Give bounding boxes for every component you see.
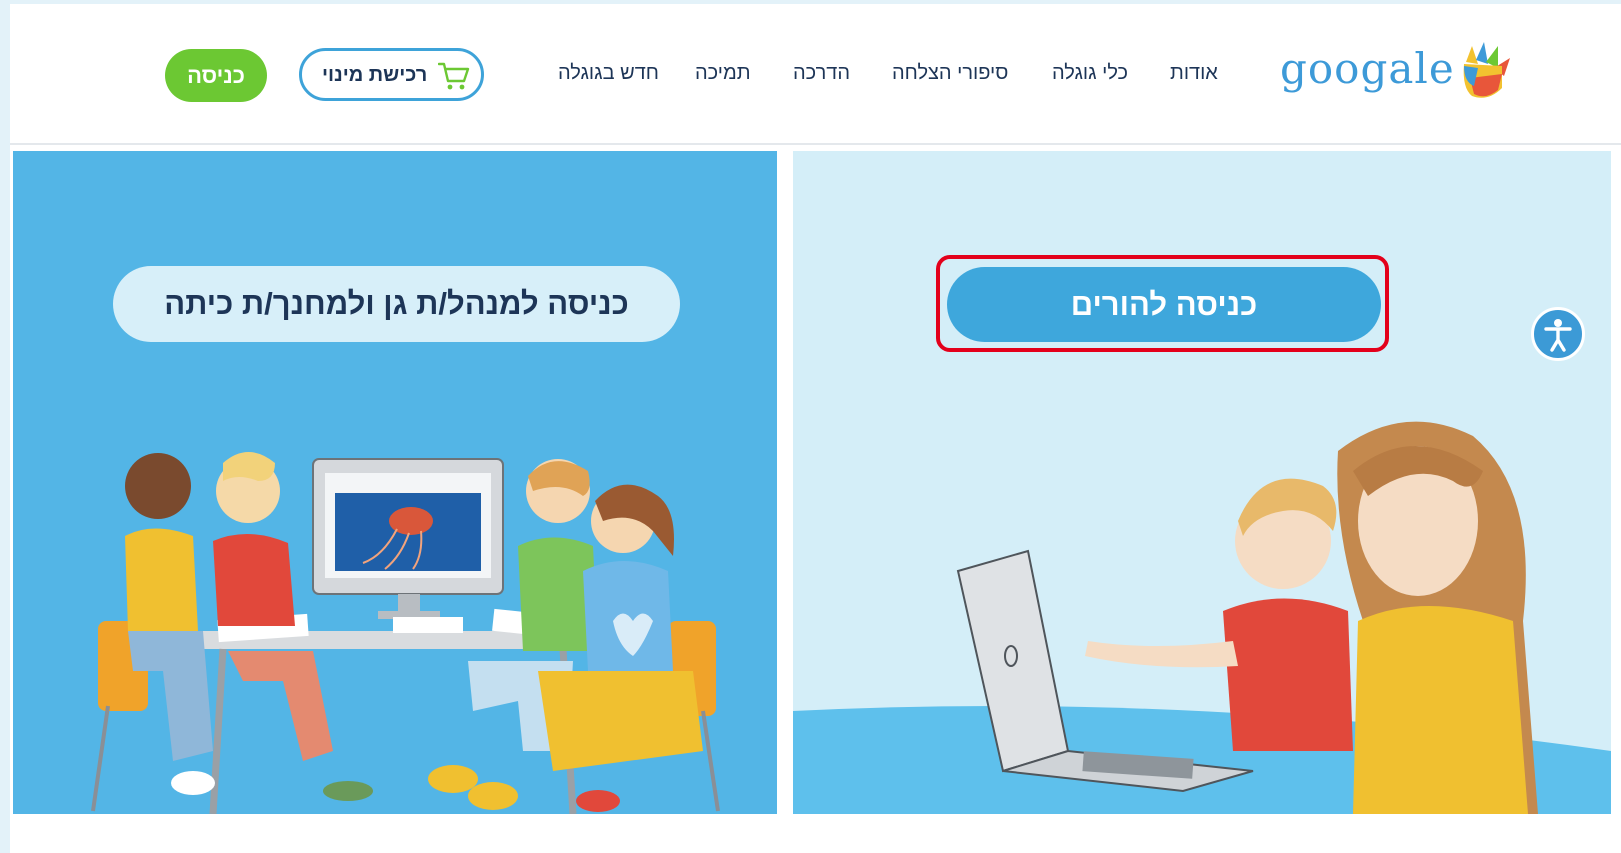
accessibility-button[interactable] <box>1531 307 1585 361</box>
nav-success-stories[interactable]: סיפורי הצלחה <box>892 62 1008 85</box>
parents-entry-panel[interactable]: כניסה להורים <box>793 151 1611 814</box>
nav-about[interactable]: אודות <box>1170 62 1218 85</box>
teacher-entry-panel[interactable]: כניסה למנהל/ת גן ולמחנך/ת כיתה <box>13 151 777 814</box>
parents-entry-label: כניסה להורים <box>1070 287 1258 322</box>
hand-logo-icon <box>1463 42 1510 98</box>
classroom-illustration <box>91 452 720 814</box>
parent-child-illustration <box>793 421 1611 814</box>
buy-subscription-label: רכישת מינוי <box>322 64 428 86</box>
nav-news[interactable]: חדש בגוגלה <box>558 62 659 85</box>
teacher-entry-button[interactable]: כניסה למנהל/ת גן ולמחנך/ת כיתה <box>113 266 680 342</box>
site-logo[interactable]: googale <box>1280 42 1510 104</box>
teacher-entry-label: כניסה למנהל/ת גן ולמחנך/ת כיתה <box>164 286 629 321</box>
logo-wordmark: googale <box>1280 44 1455 93</box>
login-button[interactable]: כניסה <box>165 49 267 102</box>
nav-googale-tools[interactable]: כלי גוגלה <box>1052 62 1128 85</box>
nav-training[interactable]: הדרכה <box>793 62 850 85</box>
login-label: כניסה <box>187 63 245 88</box>
parents-entry-button[interactable]: כניסה להורים <box>947 267 1381 342</box>
buy-subscription-button[interactable]: רכישת מינוי <box>299 48 484 101</box>
site-header: googale אודות כלי גוגלה סיפורי הצלחה הדר… <box>10 4 1621 145</box>
cart-icon <box>438 62 470 90</box>
accessibility-icon <box>1544 319 1572 352</box>
nav-support[interactable]: תמיכה <box>695 62 751 85</box>
